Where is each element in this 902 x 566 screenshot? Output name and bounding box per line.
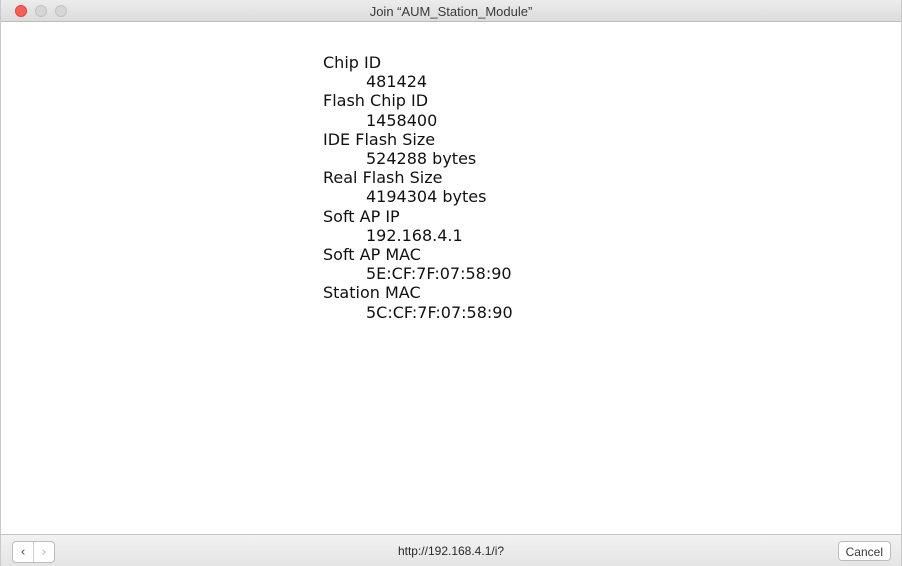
device-info-list: Chip ID 481424 Flash Chip ID 1458400 IDE…	[323, 53, 513, 322]
info-label: IDE Flash Size	[323, 129, 436, 149]
info-label: Flash Chip ID	[323, 91, 429, 111]
info-value: 192.168.4.1	[366, 225, 463, 245]
page-url: http://192.168.4.1/i?	[397, 544, 505, 558]
info-value: 524288 bytes	[366, 149, 477, 169]
title-bar: Join “AUM_Station_Module”	[1, 0, 901, 22]
info-item-station-mac: Station MAC 5C:CF:7F:07:58:90	[323, 283, 513, 321]
captive-portal-window: Join “AUM_Station_Module” Chip ID 481424…	[0, 0, 902, 566]
info-item-ide-flash-size: IDE Flash Size 524288 bytes	[323, 130, 513, 168]
info-item-soft-ap-ip: Soft AP IP 192.168.4.1	[323, 207, 513, 245]
info-item-flash-chip-id: Flash Chip ID 1458400	[323, 91, 513, 129]
info-label: Chip ID	[323, 53, 382, 72]
info-value: 481424	[366, 72, 428, 92]
info-label: Real Flash Size	[323, 168, 443, 188]
info-item-chip-id: Chip ID 481424	[323, 53, 513, 91]
info-label: Soft AP MAC	[323, 245, 421, 265]
bottom-toolbar: ‹ › http://192.168.4.1/i? Cancel	[1, 534, 901, 566]
cancel-button[interactable]: Cancel	[837, 541, 891, 561]
info-label: Station MAC	[323, 283, 421, 303]
info-item-soft-ap-mac: Soft AP MAC 5E:CF:7F:07:58:90	[323, 245, 513, 283]
window-title: Join “AUM_Station_Module”	[369, 4, 533, 19]
info-value: 4194304 bytes	[366, 187, 487, 207]
info-value: 5E:CF:7F:07:58:90	[366, 264, 512, 284]
info-label: Soft AP IP	[323, 206, 400, 226]
info-item-real-flash-size: Real Flash Size 4194304 bytes	[323, 168, 513, 206]
info-value: 1458400	[366, 110, 438, 130]
info-value: 5C:CF:7F:07:58:90	[366, 302, 513, 322]
page-content: Chip ID 481424 Flash Chip ID 1458400 IDE…	[1, 22, 901, 534]
